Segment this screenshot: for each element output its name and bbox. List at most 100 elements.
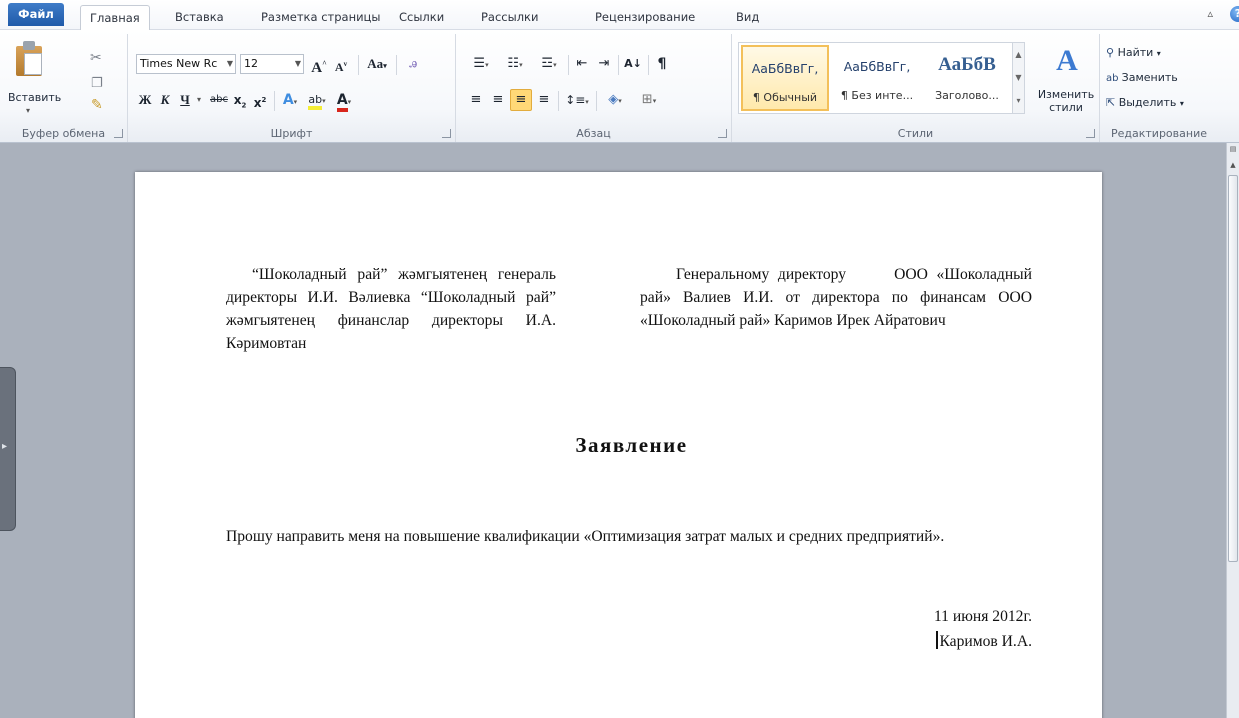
addressee-russian-block: Генеральному директору ООО «Шоколадный ра…	[640, 263, 1032, 332]
paragraph-group: ☰▾ ☷▾ ☲▾ ⇤ ⇥ A↓ ¶ ≡ ≡ ≡ ≡ ↕≡▾ ◈▾ ⊞▾ Абза…	[456, 34, 732, 142]
align-right-icon[interactable]: ≡	[510, 89, 532, 111]
format-painter-icon[interactable]: ✎	[91, 97, 103, 113]
font-size-combo[interactable]: 12 ▼	[240, 54, 304, 74]
style-normal-tile[interactable]: АаБбВвГг, ¶ Обычный	[741, 45, 829, 111]
request-body: Прошу направить меня на повышение квалиф…	[226, 528, 945, 545]
superscript-icon[interactable]: x2	[252, 89, 268, 111]
bullets-icon[interactable]: ☰▾	[466, 53, 496, 75]
style-sample: АаБбВвГг,	[751, 61, 819, 76]
document-page[interactable]: “Шоколадный рай” жәмгыятенең генераль ди…	[135, 172, 1102, 718]
select-cursor-icon: ⇱	[1106, 96, 1119, 109]
tab-references[interactable]: Ссылки	[390, 5, 453, 30]
styles-gallery-scroll[interactable]: ▲ ▼ ▾	[1012, 43, 1024, 113]
shrink-font-icon[interactable]: Av	[332, 53, 350, 75]
styles-launcher-icon[interactable]	[1086, 129, 1095, 138]
font-group: Times New Rc ▼ 12 ▼ A^ Av Aa▾ ꭿ Ж К Ч ▾ …	[128, 34, 456, 142]
select-button[interactable]: ⇱ Выделить ▾	[1106, 96, 1184, 109]
borders-icon[interactable]: ⊞▾	[634, 89, 664, 111]
addressee-russian-prefix: Генеральному директору	[676, 266, 847, 283]
editing-group: ⚲ Найти ▾ ab Заменить ⇱ Выделить ▾ Редак…	[1100, 34, 1218, 142]
paste-dropdown-arrow-icon[interactable]: ▾	[26, 106, 30, 115]
justify-icon[interactable]: ≡	[534, 89, 554, 111]
style-sample: АаБбВ	[938, 54, 996, 75]
font-size-value: 12	[244, 57, 258, 70]
style-name: ¶ Без инте...	[840, 89, 914, 102]
replace-icon: ab	[1106, 73, 1122, 84]
subscript-icon[interactable]: x2	[232, 89, 248, 111]
shading-icon[interactable]: ◈▾	[600, 89, 630, 111]
numbering-icon[interactable]: ☷▾	[500, 53, 530, 75]
styles-gallery: АаБбВвГг, ¶ Обычный АаБбВвГг, ¶ Без инте…	[738, 42, 1025, 114]
document-date: 11 июня 2012г.	[933, 608, 1032, 625]
ribbon-tab-bar: Файл Главная Вставка Разметка страницы С…	[0, 0, 1239, 31]
grow-font-icon[interactable]: A^	[310, 53, 328, 76]
ruler-toggle-icon[interactable]: ▤	[1228, 145, 1238, 157]
font-group-label: Шрифт	[270, 127, 313, 140]
style-no-spacing-tile[interactable]: АаБбВвГг, ¶ Без инте...	[833, 45, 921, 111]
style-name: ¶ Обычный	[752, 91, 818, 104]
style-heading-tile[interactable]: АаБбВ Заголово...	[923, 45, 1011, 111]
underline-icon[interactable]: Ч	[178, 89, 192, 111]
line-spacing-icon[interactable]: ↕≡▾	[562, 89, 592, 111]
decrease-indent-icon[interactable]: ⇤	[572, 53, 592, 75]
signature-line: Каримов И.А.	[936, 630, 1032, 653]
increase-indent-icon[interactable]: ⇥	[594, 53, 614, 75]
find-button[interactable]: ⚲ Найти ▾	[1106, 46, 1161, 59]
clipboard-launcher-icon[interactable]	[114, 129, 123, 138]
align-left-icon[interactable]: ≡	[466, 89, 486, 111]
tab-home[interactable]: Главная	[80, 5, 150, 31]
tab-mailings[interactable]: Рассылки	[472, 5, 547, 30]
style-sample: АаБбВвГг,	[843, 59, 911, 74]
paste-button[interactable]: Вставить	[8, 91, 61, 104]
gallery-more-icon[interactable]: ▾	[1013, 89, 1024, 112]
change-case-button[interactable]: Aa▾	[362, 53, 392, 75]
sort-icon[interactable]: A↓	[622, 53, 644, 75]
scroll-up-icon[interactable]: ▲	[1228, 161, 1238, 173]
font-name-dropdown-icon[interactable]: ▼	[227, 55, 233, 73]
paragraph-group-label: Абзац	[576, 127, 611, 140]
font-launcher-icon[interactable]	[442, 129, 451, 138]
ribbon: Вставить ▾ ✂ ❐ ✎ Буфер обмена Times New …	[0, 30, 1239, 143]
document-title: Заявление	[575, 433, 688, 457]
change-styles-icon[interactable]: A	[1042, 44, 1092, 78]
show-formatting-marks-icon[interactable]: ¶	[652, 53, 672, 75]
gallery-down-icon[interactable]: ▼	[1013, 66, 1024, 89]
italic-icon[interactable]: К	[158, 89, 172, 111]
minimize-ribbon-icon[interactable]: ▵	[1207, 7, 1213, 20]
font-name-combo[interactable]: Times New Rc ▼	[136, 54, 236, 74]
highlight-icon[interactable]: ab▾	[304, 89, 330, 111]
document-workspace: “Шоколадный рай” жәмгыятенең генераль ди…	[0, 143, 1239, 718]
font-size-dropdown-icon[interactable]: ▼	[295, 55, 301, 73]
underline-dropdown-icon[interactable]: ▾	[194, 89, 204, 111]
paste-icon[interactable]	[14, 40, 46, 78]
multilevel-list-icon[interactable]: ☲▾	[534, 53, 564, 75]
binoculars-icon: ⚲	[1106, 46, 1118, 59]
help-icon[interactable]: ?	[1230, 6, 1239, 22]
styles-group-label: Стили	[897, 127, 934, 140]
scroll-thumb[interactable]	[1228, 175, 1238, 562]
font-color-icon[interactable]: A▾	[332, 89, 356, 112]
addressee-tatar-text: “Шоколадный рай” жәмгыятенең генераль ди…	[226, 266, 556, 352]
signature-text: Каримов И.А.	[939, 633, 1032, 650]
addressee-tatar-block: “Шоколадный рай” жәмгыятенең генераль ди…	[226, 263, 556, 355]
tab-view[interactable]: Вид	[727, 5, 768, 30]
change-styles-button[interactable]: Изменить стили	[1028, 88, 1104, 114]
tab-page-layout[interactable]: Разметка страницы	[252, 5, 389, 30]
strikethrough-icon[interactable]: abc	[208, 89, 230, 111]
editing-group-label: Редактирование	[1111, 127, 1207, 140]
paragraph-launcher-icon[interactable]	[718, 129, 727, 138]
copy-icon[interactable]: ❐	[91, 76, 103, 91]
clear-formatting-icon[interactable]: ꭿ	[402, 53, 424, 75]
addressee-russian-flagged-word: ООО	[894, 266, 928, 283]
cut-icon[interactable]: ✂	[90, 50, 102, 66]
replace-button[interactable]: ab Заменить	[1106, 71, 1178, 84]
tab-review[interactable]: Рецензирование	[586, 5, 704, 30]
gallery-up-icon[interactable]: ▲	[1013, 43, 1024, 66]
tab-insert[interactable]: Вставка	[166, 5, 233, 30]
tab-file[interactable]: Файл	[8, 3, 64, 26]
vertical-scrollbar[interactable]: ▤ ▲	[1226, 143, 1239, 718]
bold-icon[interactable]: Ж	[138, 89, 152, 111]
align-center-icon[interactable]: ≡	[488, 89, 508, 111]
text-effects-icon[interactable]: A▾	[278, 89, 302, 111]
navigation-pane-toggle[interactable]	[0, 367, 16, 531]
